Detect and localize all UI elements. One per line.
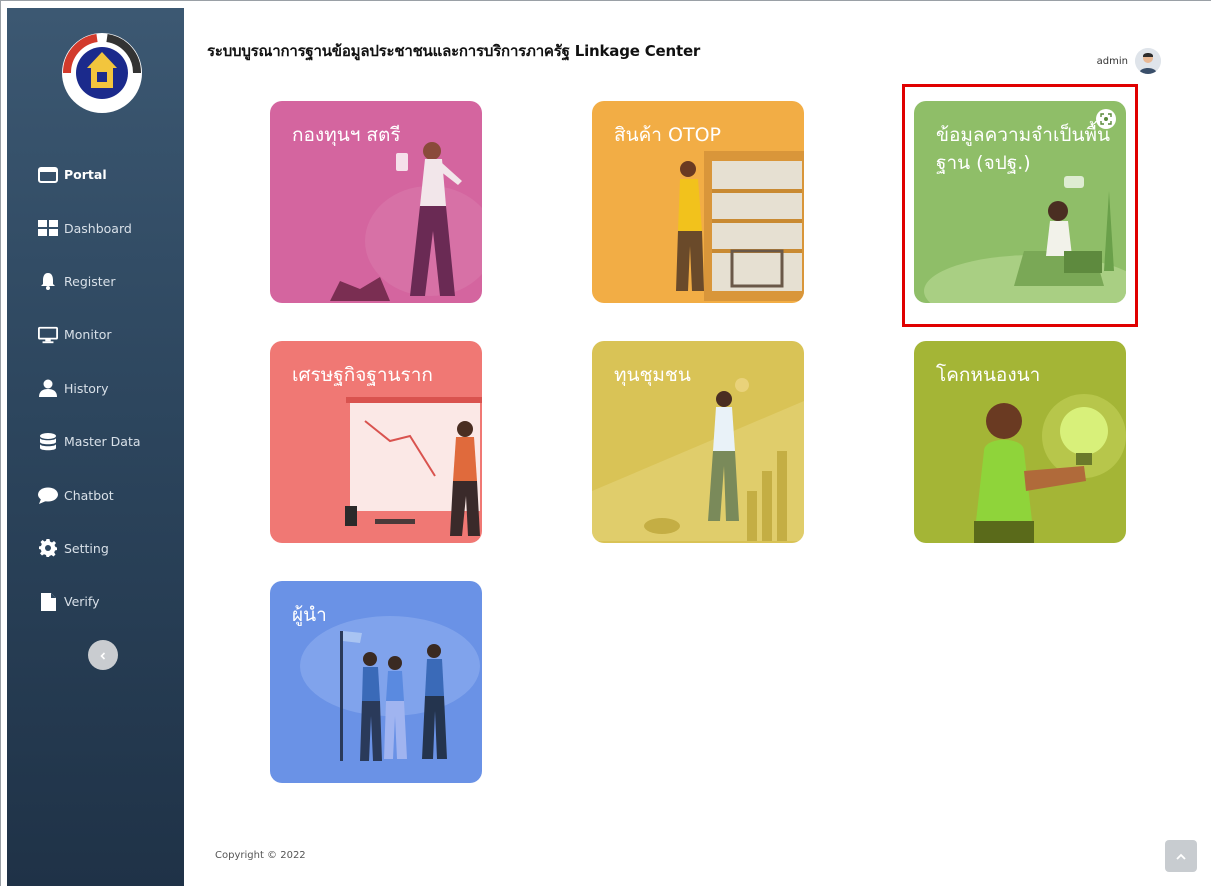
chevron-left-icon	[98, 646, 108, 665]
sidebar-item-chatbot[interactable]: Chatbot	[7, 468, 184, 521]
sidebar-item-setting[interactable]: Setting	[7, 522, 184, 575]
sidebar-item-label: Monitor	[64, 327, 112, 343]
sidebar-nav: Portal Dashboard Register Monitor Histor…	[7, 148, 184, 629]
card-icon	[38, 166, 58, 184]
chevron-up-icon	[1175, 847, 1187, 866]
tile-label: ทุนชุมชน	[614, 364, 691, 386]
scroll-to-top-button[interactable]	[1165, 840, 1197, 872]
tile-basic-needs-data[interactable]: ข้อมูลความจำเป็นพื้นฐาน (จปฐ.)	[914, 101, 1126, 303]
sidebar-item-master-data[interactable]: Master Data	[7, 415, 184, 468]
grid-icon	[38, 219, 58, 237]
sidebar-item-portal[interactable]: Portal	[7, 148, 184, 201]
copyright-text: Copyright © 2022	[215, 850, 306, 861]
sidebar-item-monitor[interactable]: Monitor	[7, 308, 184, 361]
tile-community-capital[interactable]: ทุนชุมชน	[592, 341, 804, 543]
sidebar-item-label: History	[64, 380, 109, 396]
tile-label: กองทุนฯ สตรี	[292, 124, 401, 146]
tile-khok-nong-na[interactable]: โคกหนองนา	[914, 341, 1126, 543]
file-icon	[38, 592, 58, 611]
bell-icon	[38, 272, 58, 290]
avatar[interactable]	[1135, 48, 1161, 74]
tile-women-fund[interactable]: กองทุนฯ สตรี	[270, 101, 482, 303]
sidebar-item-dashboard[interactable]: Dashboard	[7, 201, 184, 254]
tile-label: โคกหนองนา	[936, 364, 1041, 386]
sidebar-item-label: Master Data	[64, 434, 141, 450]
user-name: admin	[1096, 55, 1128, 67]
sidebar: Portal Dashboard Register Monitor Histor…	[7, 8, 184, 886]
sidebar-item-history[interactable]: History	[7, 362, 184, 415]
page-title: ระบบบูรณาการฐานข้อมูลประชาชนและการบริการ…	[207, 42, 701, 60]
database-icon	[38, 432, 58, 451]
sidebar-item-label: Verify	[64, 594, 100, 610]
tile-label: ข้อมูลความจำเป็นพื้นฐาน (จปฐ.)	[936, 124, 1110, 174]
monitor-icon	[38, 326, 58, 344]
chat-icon	[38, 486, 58, 504]
user-menu[interactable]: admin	[1097, 48, 1161, 74]
department-logo	[57, 28, 147, 118]
sidebar-collapse-button[interactable]	[88, 640, 118, 670]
tile-label: สินค้า OTOP	[614, 124, 721, 146]
sidebar-item-label: Dashboard	[64, 220, 132, 236]
tile-grassroots-economy[interactable]: เศรษฐกิจฐานราก	[270, 341, 482, 543]
tile-otop[interactable]: สินค้า OTOP	[592, 101, 804, 303]
tile-label: เศรษฐกิจฐานราก	[292, 364, 433, 386]
sidebar-item-label: Portal	[64, 167, 107, 183]
sidebar-item-label: Chatbot	[64, 487, 114, 503]
sidebar-item-verify[interactable]: Verify	[7, 575, 184, 628]
scan-icon[interactable]	[1096, 109, 1116, 129]
gear-icon	[38, 539, 58, 558]
tile-leaders[interactable]: ผู้นำ	[270, 581, 482, 783]
sidebar-item-label: Register	[64, 273, 116, 289]
user-icon	[38, 379, 58, 398]
tile-label: ผู้นำ	[292, 604, 327, 626]
sidebar-item-register[interactable]: Register	[7, 255, 184, 308]
sidebar-item-label: Setting	[64, 540, 109, 556]
